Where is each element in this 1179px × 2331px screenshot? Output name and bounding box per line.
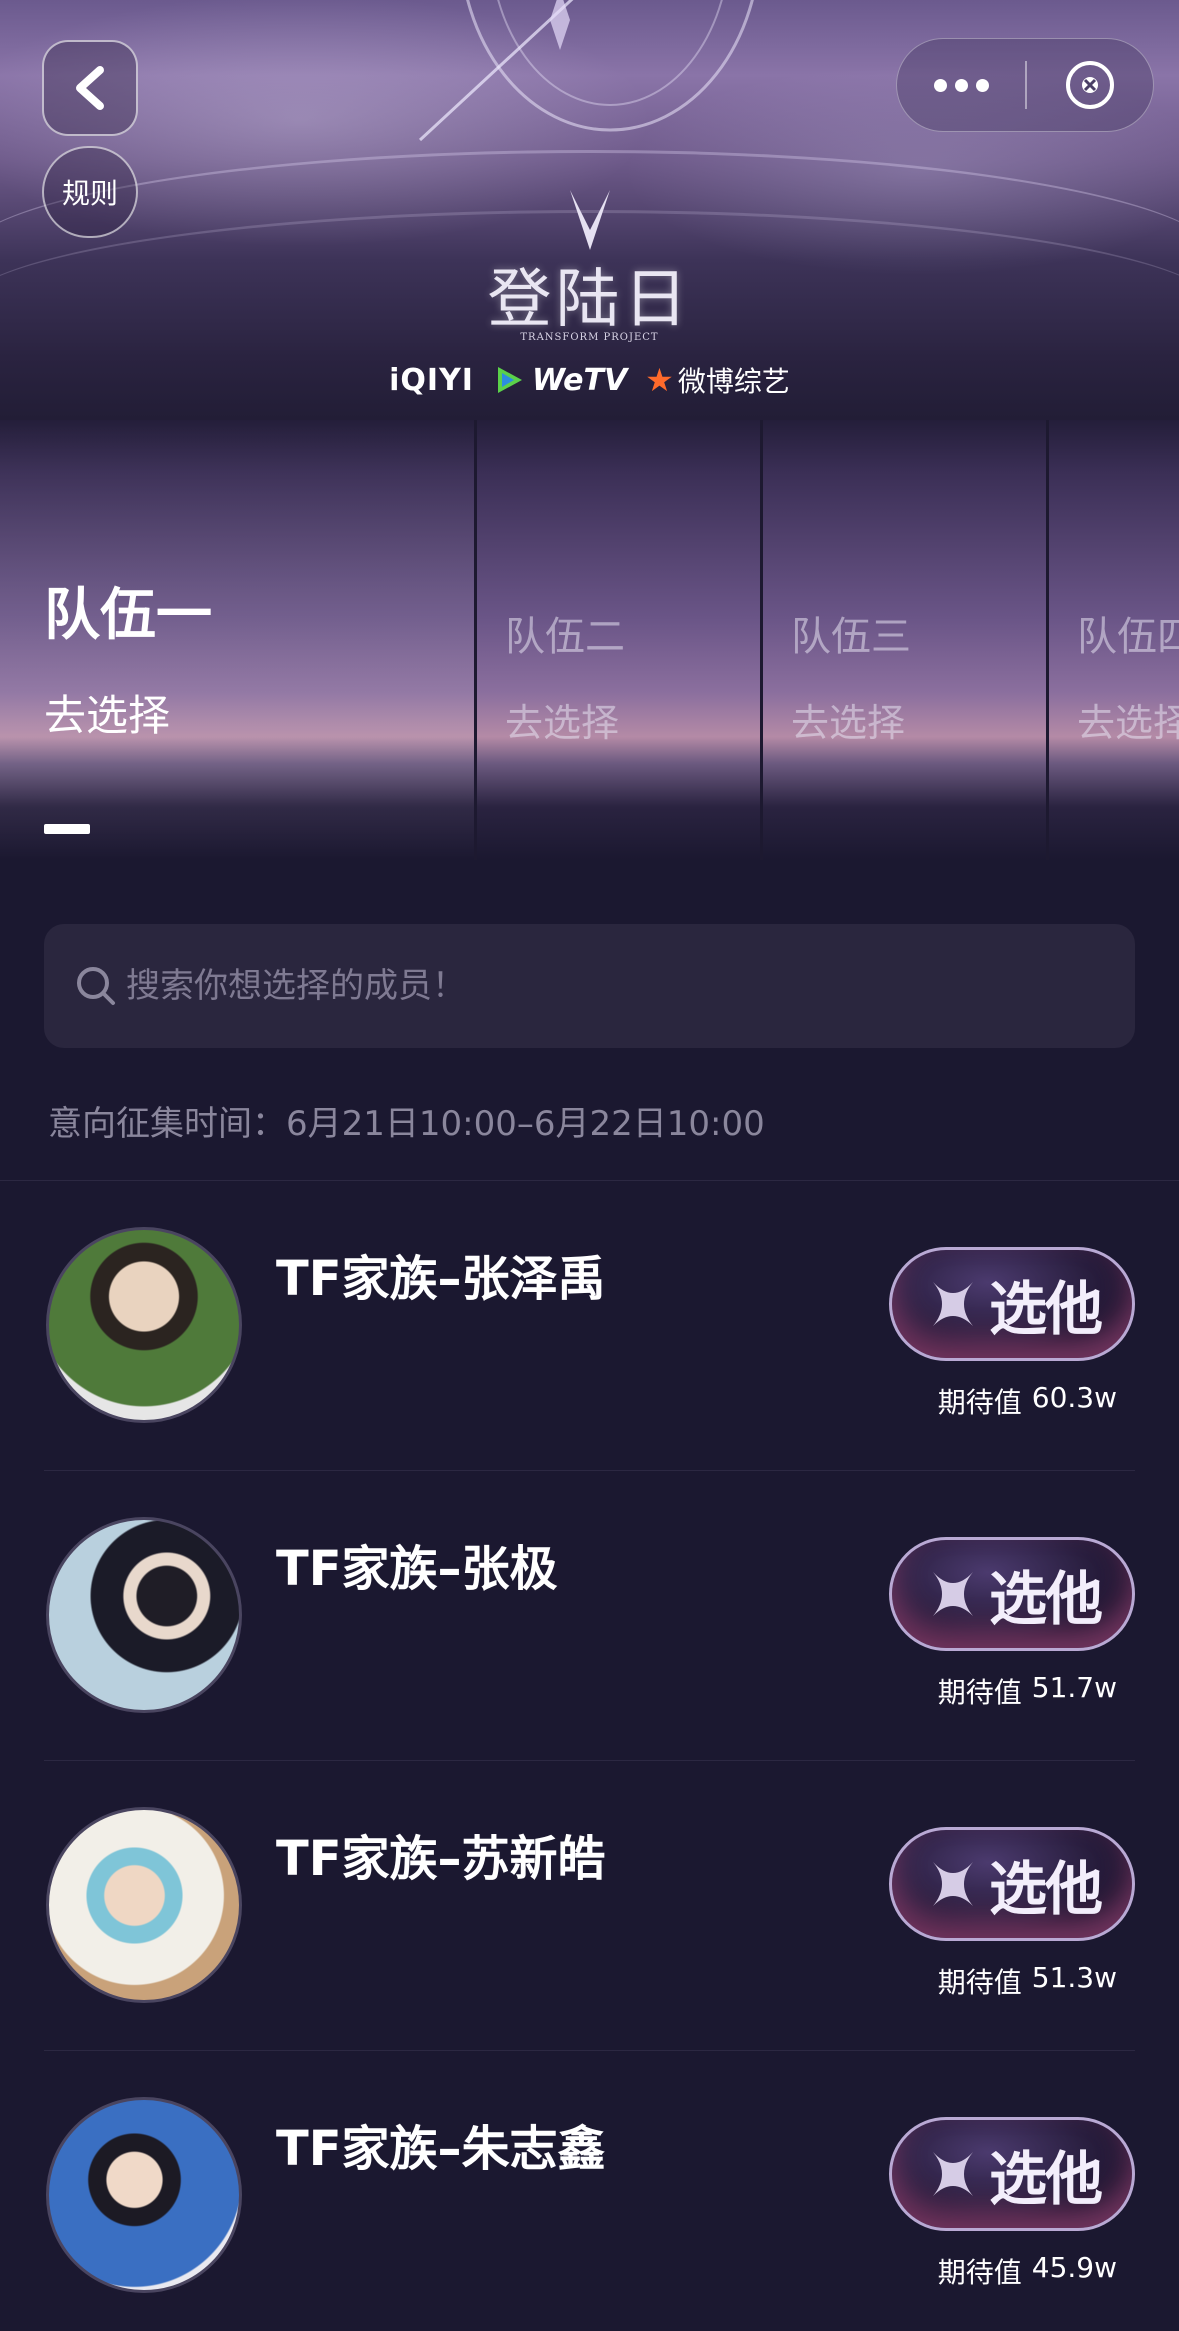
member-name: TF家族–张极 <box>276 1541 558 1597</box>
close-icon <box>1066 61 1114 109</box>
list-item: TF家族–张泽禹 选他 期待值 60.3w <box>44 1181 1135 1471</box>
tab-action: 去选择 <box>505 701 620 745</box>
tab-action: 去选择 <box>791 701 906 745</box>
brand-x-icon <box>932 2152 973 2196</box>
wetv-logo: WeTV <box>492 363 627 398</box>
search-icon <box>77 967 115 1005</box>
expect-number: 60.3w <box>1031 1381 1117 1414</box>
expectation-value: 期待值 60.3w <box>938 1381 1117 1421</box>
expectation-value: 期待值 51.3w <box>938 1961 1117 2001</box>
tab-title: 队伍三 <box>791 614 911 660</box>
brand-subtitle: TRANSFORM PROJECT <box>520 332 659 343</box>
tab-action: 去选择 <box>44 691 171 740</box>
chevron-left-icon <box>76 66 104 110</box>
wetv-label: WeTV <box>531 362 628 398</box>
miniprogram-capsule <box>896 38 1154 132</box>
brand-title: 登陆日 <box>487 263 692 337</box>
tab-title: 队伍一 <box>44 583 212 648</box>
avatar <box>46 2097 242 2293</box>
expectation-value: 期待值 45.9w <box>938 2251 1117 2291</box>
list-item: TF家族–苏新皓 选他 期待值 51.3w <box>44 1761 1135 2051</box>
iqiyi-logo: iQIYI <box>389 362 474 398</box>
list-item: TF家族–张极 选他 期待值 51.7w <box>44 1471 1135 1761</box>
select-member-button[interactable]: 选他 <box>889 1537 1135 1651</box>
tab-team-2[interactable]: 队伍二 去选择 <box>474 420 760 860</box>
collect-time-text: 意向征集时间：6月21日10:00–6月22日10:00 <box>48 1104 765 1144</box>
brand-x-icon <box>932 1282 973 1326</box>
avatar <box>46 1517 242 1713</box>
weibo-label: 微博综艺 <box>677 365 790 398</box>
tab-team-4[interactable]: 队伍四 去选择 <box>1046 420 1179 860</box>
tab-title: 队伍二 <box>505 614 625 660</box>
member-list: TF家族–张泽禹 选他 期待值 60.3w TF家族–张极 选他 期待值 51.… <box>0 1181 1179 2331</box>
tab-team-1[interactable]: 队伍一 去选择 <box>0 420 474 860</box>
select-member-button[interactable]: 选他 <box>889 1827 1135 1941</box>
back-button[interactable] <box>42 40 138 136</box>
expect-number: 51.7w <box>1031 1671 1117 1704</box>
more-dots-icon <box>954 78 968 92</box>
brand-x-icon <box>932 1862 973 1906</box>
partner-logos: iQIYI WeTV ★ 微博综艺 <box>0 360 1179 400</box>
search-box <box>44 924 1135 1048</box>
more-dots-icon <box>933 78 947 92</box>
avatar <box>46 1807 242 2003</box>
expect-label: 期待值 <box>937 1386 1022 1419</box>
star-icon: ★ <box>645 361 674 399</box>
brand-x-icon <box>932 1572 973 1616</box>
active-tab-indicator <box>44 824 90 834</box>
select-member-button[interactable]: 选他 <box>889 1247 1135 1361</box>
member-name: TF家族–苏新皓 <box>276 1831 606 1887</box>
member-name: TF家族–朱志鑫 <box>276 2121 606 2177</box>
expect-label: 期待值 <box>937 2256 1022 2289</box>
more-dots-icon <box>975 78 989 92</box>
tab-team-3[interactable]: 队伍三 去选择 <box>760 420 1046 860</box>
search-input[interactable] <box>126 924 1135 1048</box>
close-button[interactable] <box>1027 39 1153 131</box>
rules-button[interactable]: 规则 <box>42 146 138 238</box>
team-tabs: 队伍一 去选择 队伍二 去选择 队伍三 去选择 队伍四 去选择 <box>0 420 1179 860</box>
select-label: 选他 <box>988 1855 1103 1923</box>
expect-label: 期待值 <box>937 1966 1022 1999</box>
tab-action: 去选择 <box>1077 701 1179 745</box>
select-label: 选他 <box>988 1275 1103 1343</box>
more-button[interactable] <box>897 39 1025 131</box>
expect-label: 期待值 <box>937 1676 1022 1709</box>
select-label: 选他 <box>988 1565 1103 1633</box>
play-icon <box>497 367 522 393</box>
expect-number: 51.3w <box>1031 1961 1117 1994</box>
weibo-logo: ★ 微博综艺 <box>645 360 790 400</box>
avatar <box>46 1227 242 1423</box>
select-member-button[interactable]: 选他 <box>889 2117 1135 2231</box>
member-name: TF家族–张泽禹 <box>276 1251 606 1307</box>
expect-number: 45.9w <box>1031 2251 1117 2284</box>
tab-title: 队伍四 <box>1077 614 1179 660</box>
select-label: 选他 <box>988 2145 1103 2213</box>
list-item: TF家族–朱志鑫 选他 期待值 45.9w <box>44 2051 1135 2331</box>
expectation-value: 期待值 51.7w <box>938 1671 1117 1711</box>
rings-decoration <box>418 0 754 142</box>
